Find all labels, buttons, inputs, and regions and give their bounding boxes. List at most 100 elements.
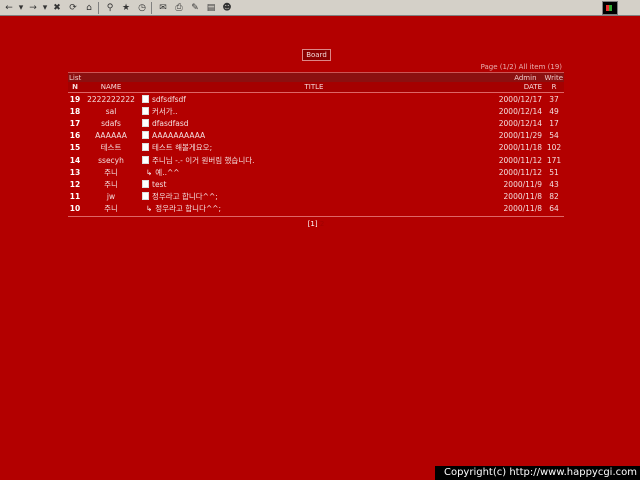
row-title-link[interactable]: sdfsdfsdf [152, 95, 186, 104]
table-row[interactable]: 17 sdafs dfasdfasd 2000/12/14 17 [68, 117, 564, 129]
row-title-cell: 정우라고 합니다^^; [140, 191, 486, 202]
row-title-link[interactable]: 정우라고 합니다^^; [152, 192, 218, 201]
table-row[interactable]: 15 테스트 테스트 해볼게요오; 2000/11/18 102 [68, 142, 564, 154]
col-name: NAME [100, 83, 122, 91]
refresh-icon[interactable]: ⟳ [66, 2, 80, 14]
stop-icon[interactable]: ✖ [50, 2, 64, 14]
row-date: 2000/11/18 [498, 143, 542, 153]
document-icon [142, 179, 149, 188]
history-icon[interactable]: ◷ [135, 2, 149, 14]
forward-icon[interactable]: → [26, 2, 40, 14]
windows-logo-icon [602, 1, 618, 15]
favorites-icon[interactable]: ★ [119, 2, 133, 14]
document-icon [142, 131, 149, 140]
table-body: 19 2222222222 sdfsdfsdf 2000/12/17 37 18 sal 커서… [68, 93, 564, 215]
row-number: 13 [69, 167, 81, 177]
document-icon [142, 106, 149, 115]
document-icon [142, 143, 149, 152]
document-icon [142, 192, 149, 201]
row-author: sal [105, 106, 117, 116]
row-reads: 54 [549, 131, 559, 141]
row-title-cell: sdfsdfsdf [140, 94, 486, 104]
row-title-link[interactable]: test [152, 180, 166, 189]
row-number: 15 [69, 143, 81, 153]
row-title-link[interactable]: dfasdfasd [152, 119, 189, 128]
row-author: 주니 [104, 204, 118, 214]
mail-icon[interactable]: ✉ [156, 2, 170, 14]
row-title-cell: 커서가.. [140, 106, 486, 117]
toolbar-separator [151, 1, 152, 14]
row-number: 17 [69, 118, 81, 128]
table-row[interactable]: 13 주니 ↳ 예..^^ 2000/11/12 51 [68, 166, 564, 178]
reply-arrow-icon: ↳ [146, 167, 153, 177]
row-title-link[interactable]: 주니님 -.- 이거 원버림 했습니다. [152, 156, 255, 165]
print-icon[interactable]: ⎙ [172, 2, 186, 14]
row-number: 18 [69, 106, 81, 116]
admin-link[interactable]: Admin [514, 74, 536, 82]
home-icon[interactable]: ⌂ [82, 2, 96, 14]
row-title-link[interactable]: 정우라고 합니다^^; [155, 204, 221, 213]
table-row[interactable]: 18 sal 커서가.. 2000/12/14 49 [68, 105, 564, 117]
row-author: 테스트 [100, 143, 122, 153]
row-author: ssecyh [98, 155, 124, 165]
back-dropdown-icon[interactable]: ▾ [18, 2, 24, 14]
row-date: 2000/11/12 [498, 155, 542, 165]
row-title-link[interactable]: 예..^^ [155, 168, 179, 177]
row-author: 주니 [104, 167, 118, 177]
row-reads: 43 [549, 179, 559, 189]
row-date: 2000/11/8 [503, 204, 542, 214]
divider [68, 215, 564, 217]
row-date: 2000/12/14 [498, 106, 542, 116]
messenger-icon[interactable]: ☻ [220, 2, 234, 14]
row-number: 14 [69, 155, 81, 165]
row-date: 2000/11/8 [503, 192, 542, 202]
reply-arrow-icon: ↳ [146, 204, 153, 214]
row-date: 2000/11/29 [498, 131, 542, 141]
next-page-link[interactable]: 2 [320, 220, 324, 228]
row-number: 10 [69, 204, 81, 214]
row-date: 2000/11/12 [498, 167, 542, 177]
col-n: N [72, 83, 78, 91]
search-icon[interactable]: ⚲ [103, 2, 117, 14]
pager: [1] 2 [68, 220, 564, 228]
table-row[interactable]: 14 ssecyh 주니님 -.- 이거 원버림 했습니다. 2000/11/12 17… [68, 154, 564, 166]
row-author: sdafs [101, 118, 121, 128]
row-title-cell: AAAAAAAAAA [140, 131, 486, 140]
row-reads: 49 [549, 106, 559, 116]
row-title-cell: 주니님 -.- 이거 원버림 했습니다. [140, 155, 486, 166]
row-reads: 82 [549, 192, 559, 202]
row-author: jw [106, 192, 116, 202]
table-row[interactable]: 11 jw 정우라고 합니다^^; 2000/11/8 82 [68, 191, 564, 203]
discuss-icon[interactable]: ▤ [204, 2, 218, 14]
edit-icon[interactable]: ✎ [188, 2, 202, 14]
row-title-link[interactable]: 커서가.. [152, 107, 177, 116]
row-title-cell: 테스트 해볼게요오; [140, 142, 486, 153]
table-row[interactable]: 19 2222222222 sdfsdfsdf 2000/12/17 37 [68, 93, 564, 105]
current-page[interactable]: [1] [308, 220, 318, 228]
back-icon[interactable]: ← [2, 2, 16, 14]
document-icon [142, 155, 149, 164]
document-icon [142, 118, 149, 127]
board-list: List Admin Write N NAME TITLE DATE R 19 2… [68, 72, 564, 217]
table-row[interactable]: 16 AAAAAA AAAAAAAAAA 2000/11/29 54 [68, 130, 564, 142]
row-reads: 37 [549, 94, 559, 104]
table-row[interactable]: 12 주니 test 2000/11/9 43 [68, 178, 564, 190]
row-number: 12 [69, 179, 81, 189]
board-topbar: List Admin Write [68, 72, 564, 82]
col-date: DATE [523, 83, 542, 91]
copyright-banner: Copyright(c) http://www.happycgi.com [435, 466, 640, 480]
write-link[interactable]: Write [545, 74, 563, 82]
document-icon [142, 94, 149, 103]
row-date: 2000/11/9 [503, 179, 542, 189]
row-number: 16 [69, 131, 81, 141]
row-title-link[interactable]: AAAAAAAAAA [152, 131, 205, 140]
table-row[interactable]: 10 주니 ↳ 정우라고 합니다^^; 2000/11/8 64 [68, 203, 564, 215]
row-author: AAAAAA [95, 131, 127, 141]
row-title-link[interactable]: 테스트 해볼게요오; [152, 143, 212, 152]
table-header: N NAME TITLE DATE R [68, 82, 564, 93]
row-reads: 51 [549, 167, 559, 177]
row-reads: 102 [546, 143, 562, 153]
forward-dropdown-icon[interactable]: ▾ [42, 2, 48, 14]
toolbar-separator [98, 1, 99, 14]
board-button[interactable]: Board [302, 49, 331, 61]
